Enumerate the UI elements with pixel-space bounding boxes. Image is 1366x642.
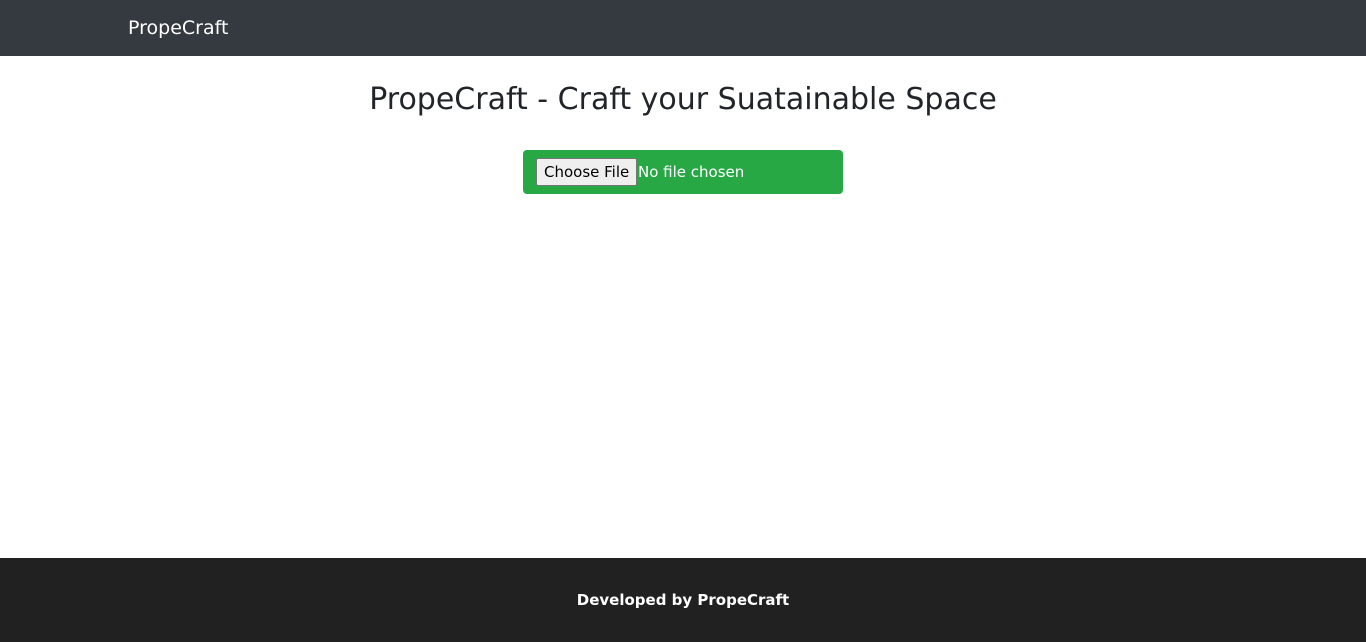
footer: Developed by PropeCraft (0, 558, 1366, 642)
file-status-text: No file chosen (638, 163, 745, 181)
navbar: PropeCraft (0, 0, 1366, 56)
page-title: PropeCraft - Craft your Suatainable Spac… (369, 82, 997, 117)
file-upload-container: Choose File No file chosen (523, 150, 843, 194)
choose-file-button[interactable]: Choose File (536, 158, 638, 186)
main-content: PropeCraft - Craft your Suatainable Spac… (0, 56, 1366, 558)
brand-link[interactable]: PropeCraft (128, 0, 228, 56)
footer-credit: Developed by PropeCraft (576, 591, 790, 609)
